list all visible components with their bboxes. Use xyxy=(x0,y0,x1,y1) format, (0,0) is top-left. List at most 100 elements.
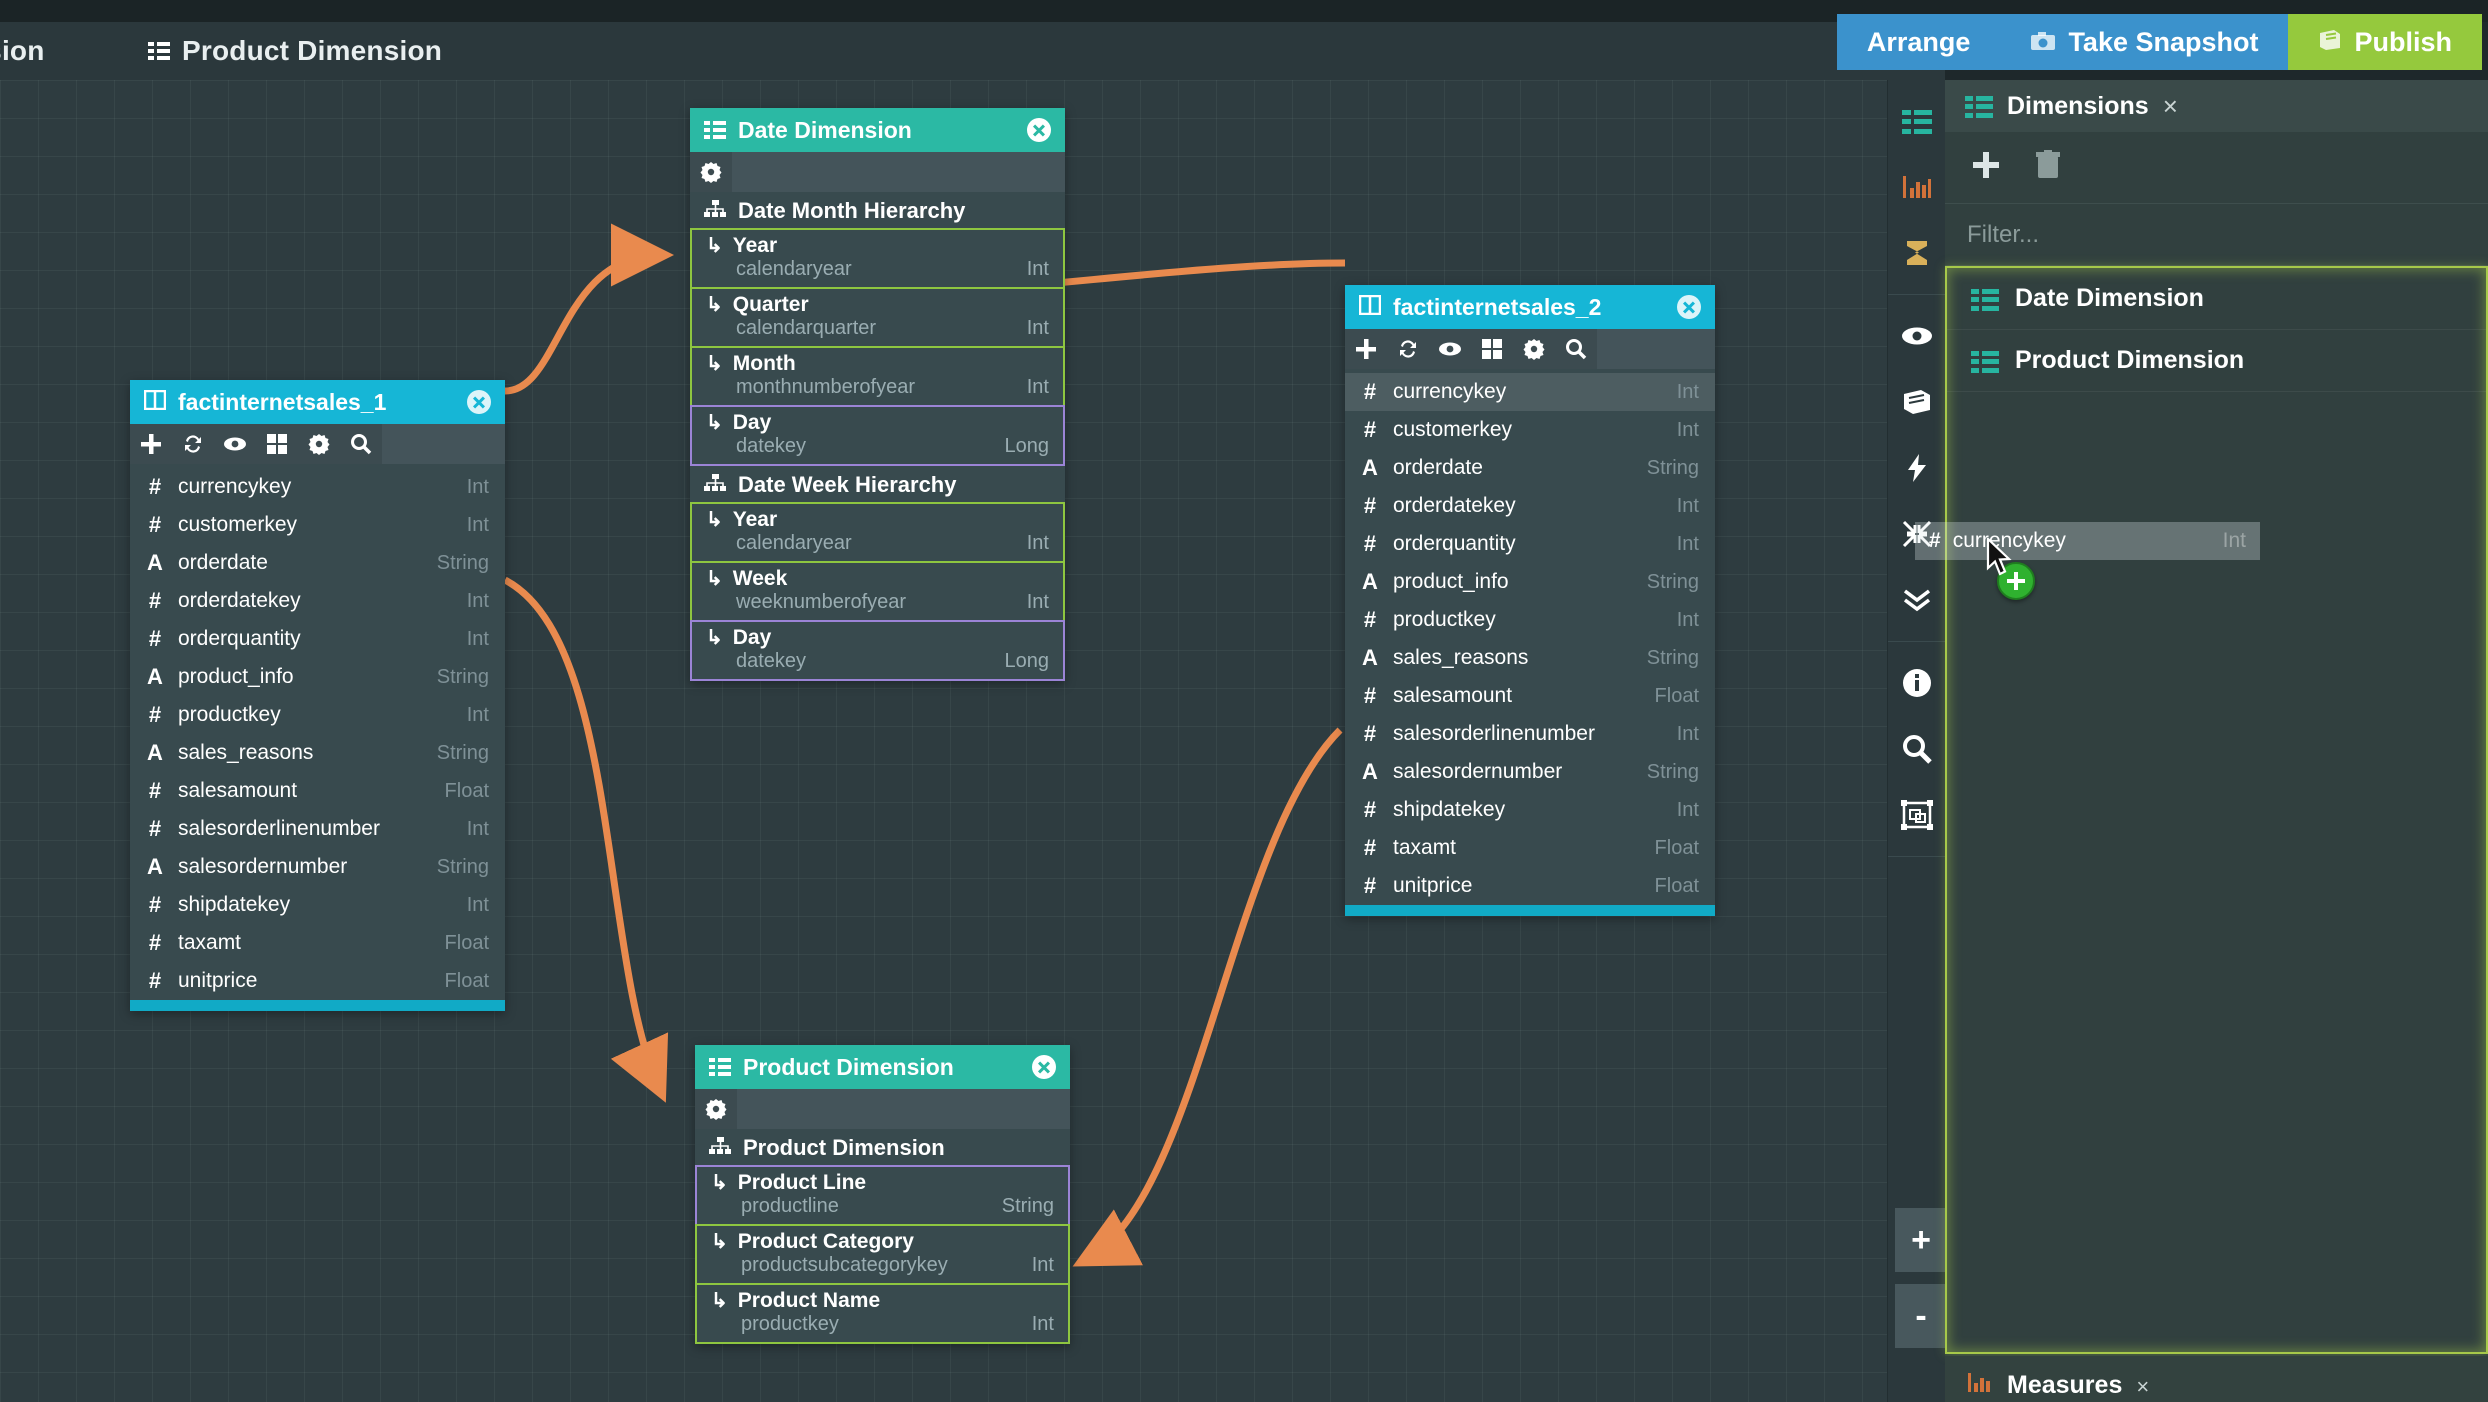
hierarchy-level[interactable]: ↳ Year calendaryear Int xyxy=(690,502,1065,563)
field-row[interactable]: # orderdatekey Int xyxy=(1345,487,1715,525)
eye-icon[interactable] xyxy=(214,424,256,464)
search-icon[interactable] xyxy=(1888,716,1946,782)
field-row[interactable]: Asalesordernumber String xyxy=(1345,753,1715,791)
field-row[interactable]: # customerkey Int xyxy=(130,506,505,544)
refresh-icon[interactable] xyxy=(1387,329,1429,369)
field-row[interactable]: # customerkey Int xyxy=(1345,411,1715,449)
add-icon[interactable] xyxy=(1345,329,1387,369)
field-row[interactable]: # orderquantity Int xyxy=(130,620,505,658)
field-name: salesorderlinenumber xyxy=(1393,722,1595,745)
field-row[interactable]: Asales_reasons String xyxy=(130,734,505,772)
gear-icon[interactable] xyxy=(690,152,732,192)
field-row[interactable]: # unitprice Float xyxy=(130,962,505,1000)
filter-input[interactable]: Filter... xyxy=(1945,204,2488,266)
field-row[interactable]: # salesorderlinenumber Int xyxy=(130,810,505,848)
grid-icon[interactable] xyxy=(1471,329,1513,369)
book-icon[interactable] xyxy=(1888,369,1946,435)
field-row[interactable]: # orderquantity Int xyxy=(1345,525,1715,563)
hierarchy-level[interactable]: ↳ Day datekey Long xyxy=(690,405,1065,466)
design-canvas[interactable]: factinternetsales_1 # currencykey Int # cus… xyxy=(0,80,1887,1402)
trash-icon[interactable] xyxy=(2035,150,2061,185)
field-row[interactable]: # unitprice Float xyxy=(1345,867,1715,905)
numeric-type-icon: # xyxy=(1363,683,1377,708)
gear-icon[interactable] xyxy=(1513,329,1555,369)
grid-icon[interactable] xyxy=(256,424,298,464)
gear-icon[interactable] xyxy=(695,1089,737,1129)
add-icon[interactable] xyxy=(130,424,172,464)
search-icon[interactable] xyxy=(1555,329,1597,369)
list-item[interactable]: Date Dimension xyxy=(1947,268,2486,330)
refresh-icon[interactable] xyxy=(172,424,214,464)
hierarchy-header[interactable]: Date Month Hierarchy xyxy=(690,192,1065,230)
level-label: Product Line xyxy=(737,1171,867,1194)
field-row[interactable]: Aproduct_info String xyxy=(1345,563,1715,601)
hierarchy-level[interactable]: ↳ Product Name productkey Int xyxy=(695,1283,1070,1344)
node-header[interactable]: Date Dimension xyxy=(690,108,1065,152)
close-icon[interactable]: × xyxy=(2163,91,2178,122)
table-icon xyxy=(1358,294,1382,321)
node-factinternetsales-2[interactable]: factinternetsales_2 # currencykey Int # cus… xyxy=(1345,285,1715,916)
field-row[interactable]: # taxamt Float xyxy=(130,924,505,962)
sigma-icon[interactable] xyxy=(1888,220,1946,286)
field-row[interactable]: # salesorderlinenumber Int xyxy=(1345,715,1715,753)
hierarchy-level[interactable]: ↳ Product Category productsubcategorykey I… xyxy=(695,1224,1070,1285)
close-icon[interactable] xyxy=(1027,118,1051,142)
node-header[interactable]: factinternetsales_1 xyxy=(130,380,505,424)
lightning-icon[interactable] xyxy=(1888,435,1946,501)
node-header[interactable]: Product Dimension xyxy=(695,1045,1070,1089)
publish-button[interactable]: Publish xyxy=(2288,14,2482,70)
info-icon[interactable] xyxy=(1888,650,1946,716)
node-factinternetsales-1[interactable]: factinternetsales_1 # currencykey Int # cus… xyxy=(130,380,505,1011)
double-chevron-down-icon[interactable] xyxy=(1888,567,1946,633)
hierarchy-level[interactable]: ↳ Year calendaryear Int xyxy=(690,228,1065,289)
eye-icon[interactable] xyxy=(1888,303,1946,369)
list-item[interactable]: Product Dimension xyxy=(1947,330,2486,392)
close-icon[interactable] xyxy=(1032,1055,1056,1079)
dimensions-list-icon[interactable] xyxy=(1888,88,1946,154)
close-icon[interactable] xyxy=(467,390,491,414)
hierarchy-level[interactable]: ↳ Month monthnumberofyear Int xyxy=(690,346,1065,407)
hierarchy-level[interactable]: ↳ Week weeknumberofyear Int xyxy=(690,561,1065,622)
node-title: factinternetsales_2 xyxy=(1393,293,1602,320)
hierarchy-level[interactable]: ↳ Quarter calendarquarter Int xyxy=(690,287,1065,348)
field-row[interactable]: # salesamount Float xyxy=(130,772,505,810)
measures-chart-icon[interactable] xyxy=(1888,154,1946,220)
field-row[interactable]: Asales_reasons String xyxy=(1345,639,1715,677)
hierarchy-header[interactable]: Product Dimension xyxy=(695,1129,1070,1167)
field-row[interactable]: Aorderdate String xyxy=(130,544,505,582)
eye-icon[interactable] xyxy=(1429,329,1471,369)
field-row[interactable]: # orderdatekey Int xyxy=(130,582,505,620)
tab-product-dimension[interactable]: Product Dimension xyxy=(130,22,460,80)
select-frame-icon[interactable] xyxy=(1888,782,1946,848)
field-datatype: Int xyxy=(466,627,489,650)
numeric-type-icon: # xyxy=(148,474,162,499)
field-row[interactable]: # shipdatekey Int xyxy=(130,886,505,924)
field-row[interactable]: # productkey Int xyxy=(130,696,505,734)
node-header[interactable]: factinternetsales_2 xyxy=(1345,285,1715,329)
field-row[interactable]: # currencykey Int xyxy=(1345,373,1715,411)
close-icon[interactable] xyxy=(1677,295,1701,319)
arrange-button[interactable]: Arrange xyxy=(1836,14,2001,70)
gear-icon[interactable] xyxy=(298,424,340,464)
zoom-in-button[interactable]: + xyxy=(1895,1208,1947,1272)
take-snapshot-button[interactable]: Take Snapshot xyxy=(2000,14,2289,70)
add-icon[interactable] xyxy=(1971,150,2001,185)
zoom-out-button[interactable]: - xyxy=(1895,1284,1947,1348)
search-icon[interactable] xyxy=(340,424,382,464)
field-row[interactable]: # salesamount Float xyxy=(1345,677,1715,715)
close-icon[interactable]: × xyxy=(2136,1374,2149,1400)
node-date-dimension[interactable]: Date Dimension Date Month Hierarchy ↳ Yea… xyxy=(690,108,1065,681)
hierarchy-header[interactable]: Date Week Hierarchy xyxy=(690,466,1065,504)
field-row[interactable]: # shipdatekey Int xyxy=(1345,791,1715,829)
field-row[interactable]: Aorderdate String xyxy=(1345,449,1715,487)
field-row[interactable]: Asalesordernumber String xyxy=(130,848,505,886)
field-row[interactable]: # taxamt Float xyxy=(1345,829,1715,867)
tab-date-dimension[interactable]: mension xyxy=(0,22,63,80)
field-row[interactable]: Aproduct_info String xyxy=(130,658,505,696)
field-row[interactable]: # productkey Int xyxy=(1345,601,1715,639)
hierarchy-level[interactable]: ↳ Day datekey Long xyxy=(690,620,1065,681)
hierarchy-level[interactable]: ↳ Product Line productline String xyxy=(695,1165,1070,1226)
node-product-dimension[interactable]: Product Dimension Product Dimension ↳ Pro… xyxy=(695,1045,1070,1344)
field-row[interactable]: # currencykey Int xyxy=(130,468,505,506)
measures-section-header[interactable]: Measures × xyxy=(1945,1356,2488,1402)
